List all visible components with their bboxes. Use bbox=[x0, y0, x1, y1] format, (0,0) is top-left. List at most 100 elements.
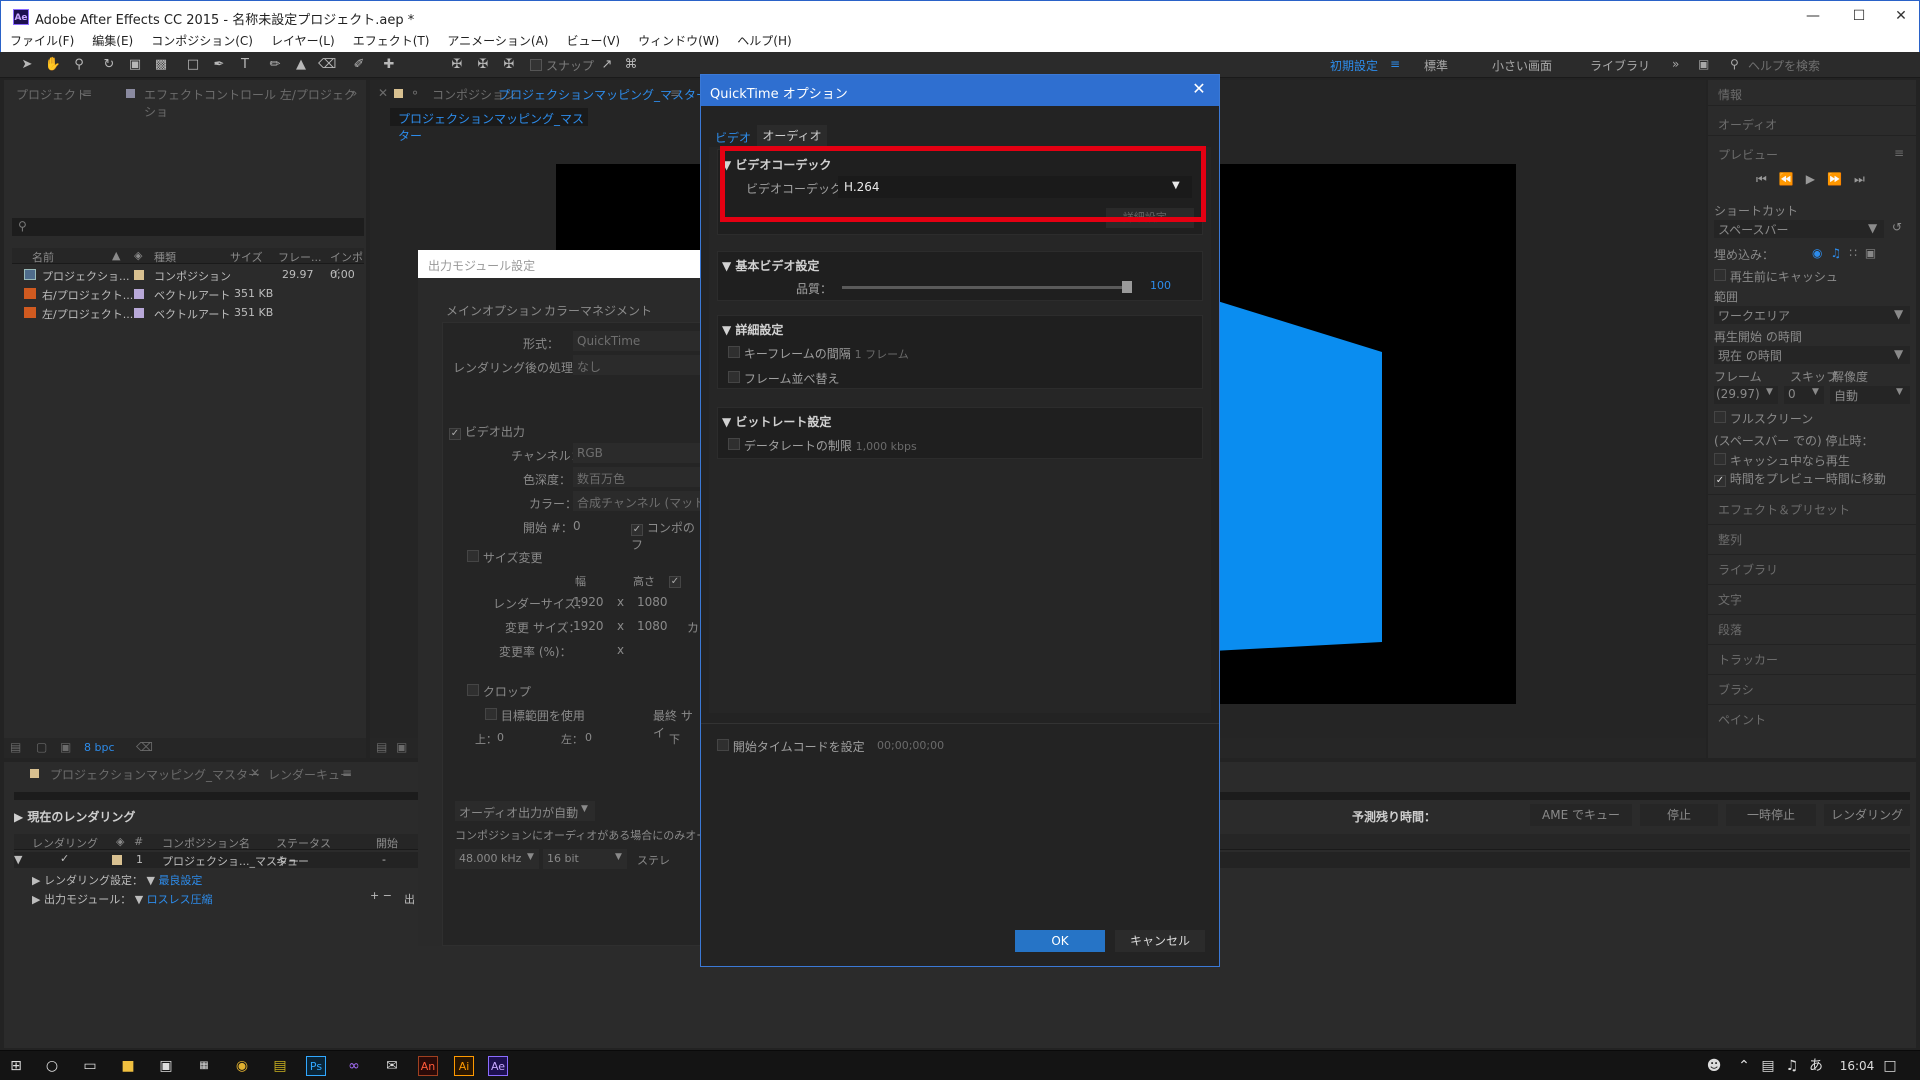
snap-checkbox[interactable] bbox=[530, 59, 542, 71]
eraser-tool-icon[interactable]: ⌫ bbox=[318, 56, 336, 74]
animate-icon[interactable]: An bbox=[418, 1056, 438, 1076]
paint-section[interactable]: ペイント bbox=[1708, 704, 1916, 730]
column-fps[interactable]: フレー... bbox=[278, 249, 322, 265]
video-output-checkbox[interactable]: ✓ bbox=[449, 428, 461, 440]
cache-before-checkbox[interactable] bbox=[1714, 269, 1726, 281]
start-icon[interactable]: ⊞ bbox=[6, 1056, 26, 1076]
reset-icon[interactable]: ↺ bbox=[1892, 220, 1902, 234]
workspace-libraries[interactable]: ライブラリ bbox=[1590, 57, 1650, 74]
timecode-checkbox[interactable] bbox=[717, 739, 729, 751]
panel-menu-icon[interactable]: ≡ bbox=[670, 86, 680, 100]
app-icon[interactable]: ▤ bbox=[270, 1056, 290, 1076]
info-section[interactable]: 情報 bbox=[1708, 80, 1916, 106]
advanced-section-header[interactable]: ▼ 詳細設定 bbox=[722, 321, 783, 338]
label-swatch[interactable] bbox=[134, 308, 144, 318]
timecode-option[interactable]: 開始タイムコードを設定 bbox=[717, 738, 865, 755]
help-search-input[interactable]: ヘルプを検索 bbox=[1748, 57, 1820, 74]
hand-tool-icon[interactable]: ✋ bbox=[44, 56, 62, 74]
snapshot-icon[interactable]: ▤ bbox=[376, 740, 387, 754]
menu-help[interactable]: ヘルプ(H) bbox=[728, 31, 800, 52]
text-tool-icon[interactable]: T bbox=[236, 56, 254, 74]
queue-ame-button[interactable]: AME でキュー bbox=[1530, 804, 1632, 826]
color-select[interactable]: 合成チャンネル (マットあ bbox=[573, 491, 717, 511]
menu-window[interactable]: ウィンドウ(W) bbox=[629, 31, 728, 52]
maximize-icon[interactable]: ☐ bbox=[1839, 5, 1879, 27]
start-number-value[interactable]: 0 bbox=[573, 519, 581, 533]
quality-value[interactable]: 100 bbox=[1150, 279, 1171, 292]
aspect-lock-checkbox[interactable]: ✓ bbox=[669, 573, 681, 588]
chevron-down-icon[interactable]: ▼ bbox=[146, 874, 154, 887]
menu-layer[interactable]: レイヤー(L) bbox=[262, 31, 344, 52]
audio-speaker-icon[interactable]: ♫ bbox=[1830, 246, 1849, 260]
play-cached-checkbox[interactable] bbox=[1714, 453, 1726, 465]
rotate-tool-icon[interactable]: ↻ bbox=[100, 56, 118, 74]
project-search-input[interactable]: ⚲ bbox=[12, 218, 364, 236]
tab-color-management[interactable]: カラーマネジメント bbox=[544, 302, 652, 319]
menu-edit[interactable]: 編集(E) bbox=[83, 31, 142, 52]
tab-video[interactable]: ビデオ bbox=[715, 129, 751, 146]
tab-audio[interactable]: オーディオ bbox=[757, 125, 827, 147]
play-icon[interactable]: ▶ bbox=[1806, 172, 1827, 186]
resize-row[interactable]: サイズ変更 bbox=[467, 549, 542, 566]
app-icon[interactable]: ▦ bbox=[194, 1056, 214, 1076]
expand-icon[interactable]: ▶ bbox=[14, 810, 23, 824]
column-size[interactable]: サイズ bbox=[230, 249, 263, 265]
new-folder-icon[interactable]: ▢ bbox=[36, 740, 47, 754]
comp-frame-checkbox[interactable]: ✓ bbox=[631, 524, 643, 536]
audio-section[interactable]: オーディオ bbox=[1708, 110, 1916, 136]
reorder-row[interactable]: フレーム並べ替え bbox=[728, 370, 839, 387]
project-row[interactable]: 左/プロジェクト... ベクトルアート 351 KB bbox=[12, 304, 364, 322]
illustrator-icon[interactable]: Ai bbox=[454, 1056, 474, 1076]
brush-tool-icon[interactable]: ✏ bbox=[266, 56, 284, 74]
crop-left-value[interactable]: 0 bbox=[585, 731, 592, 744]
lock-icon[interactable]: ⚬ bbox=[410, 86, 420, 100]
chevron-up-icon[interactable]: ⌃ bbox=[1734, 1056, 1754, 1076]
workspace-default[interactable]: 初期設定 bbox=[1330, 57, 1378, 74]
skip-select[interactable]: 0 ▼ bbox=[1784, 386, 1824, 404]
channels-select[interactable]: ステレ bbox=[637, 852, 670, 868]
datarate-row[interactable]: データレートの制限 1,000 kbps bbox=[728, 437, 917, 454]
cancel-button[interactable]: キャンセル bbox=[1115, 930, 1205, 952]
sort-icon[interactable]: ▲ bbox=[112, 249, 120, 262]
next-frame-icon[interactable]: ⏩ bbox=[1827, 172, 1854, 186]
expand-icon[interactable]: ▶ bbox=[32, 893, 40, 906]
move-time-row[interactable]: ✓ 時間をプレビュー時間に移動 bbox=[1714, 470, 1886, 487]
tab-render-queue[interactable]: レンダーキュー bbox=[268, 766, 352, 783]
column-render[interactable]: レンダリング bbox=[32, 835, 98, 851]
dialog-close-icon[interactable]: ✕ bbox=[1189, 79, 1209, 101]
add-output-icon[interactable]: + − bbox=[370, 889, 392, 902]
render-checkbox[interactable]: ✓ bbox=[60, 852, 69, 865]
start-time-select[interactable]: 現在 の時間 ▼ bbox=[1714, 346, 1910, 364]
camera-tool-icon[interactable]: ▣ bbox=[126, 56, 144, 74]
stop-button[interactable]: 停止 bbox=[1640, 804, 1718, 826]
action-center-icon[interactable]: □ bbox=[1880, 1056, 1900, 1076]
column-comp-name[interactable]: コンポジション名 bbox=[162, 835, 250, 851]
cortana-icon[interactable]: ○ bbox=[42, 1056, 62, 1076]
column-start[interactable]: 開始 bbox=[376, 835, 398, 851]
bitrate-section-header[interactable]: ▼ ビットレート設定 bbox=[722, 413, 831, 430]
datarate-checkbox[interactable] bbox=[728, 438, 740, 450]
column-type[interactable]: 種類 bbox=[154, 249, 176, 265]
project-row[interactable]: プロジェクショ... コンポジション 29.97 0;00 bbox=[12, 266, 364, 284]
people-icon[interactable]: ☻ bbox=[1704, 1056, 1724, 1076]
quality-slider-thumb[interactable] bbox=[1122, 281, 1132, 293]
roi-checkbox[interactable] bbox=[485, 708, 497, 720]
minimize-icon[interactable]: — bbox=[1793, 5, 1833, 27]
format-select[interactable]: QuickTime bbox=[573, 331, 703, 351]
frame-select[interactable]: (29.97) ▼ bbox=[1714, 386, 1778, 404]
resize-quality-select[interactable]: カ bbox=[687, 619, 699, 636]
clone-tool-icon[interactable]: ▲ bbox=[292, 56, 310, 74]
channel-select[interactable]: RGB bbox=[573, 443, 703, 463]
keyframe-value[interactable]: 1 フレーム bbox=[855, 348, 909, 361]
sample-rate-select[interactable]: 48.000 kHz ▼ bbox=[455, 849, 539, 869]
volume-icon[interactable]: ♫ bbox=[1782, 1056, 1802, 1076]
ok-button[interactable]: OK bbox=[1015, 930, 1105, 952]
bit-depth-select[interactable]: 16 bit ▼ bbox=[543, 849, 627, 869]
puppet-tool-icon[interactable]: ✚ bbox=[380, 56, 398, 74]
more-tabs-icon[interactable]: » bbox=[350, 86, 357, 100]
character-section[interactable]: 文字 bbox=[1708, 584, 1916, 610]
keyframe-checkbox[interactable] bbox=[728, 346, 740, 358]
fullscreen-row[interactable]: フルスクリーン bbox=[1714, 410, 1813, 427]
tab-timeline[interactable]: プロジェクションマッピング_マスター bbox=[50, 766, 260, 783]
snap-option-icon[interactable]: ↗ bbox=[598, 56, 616, 74]
